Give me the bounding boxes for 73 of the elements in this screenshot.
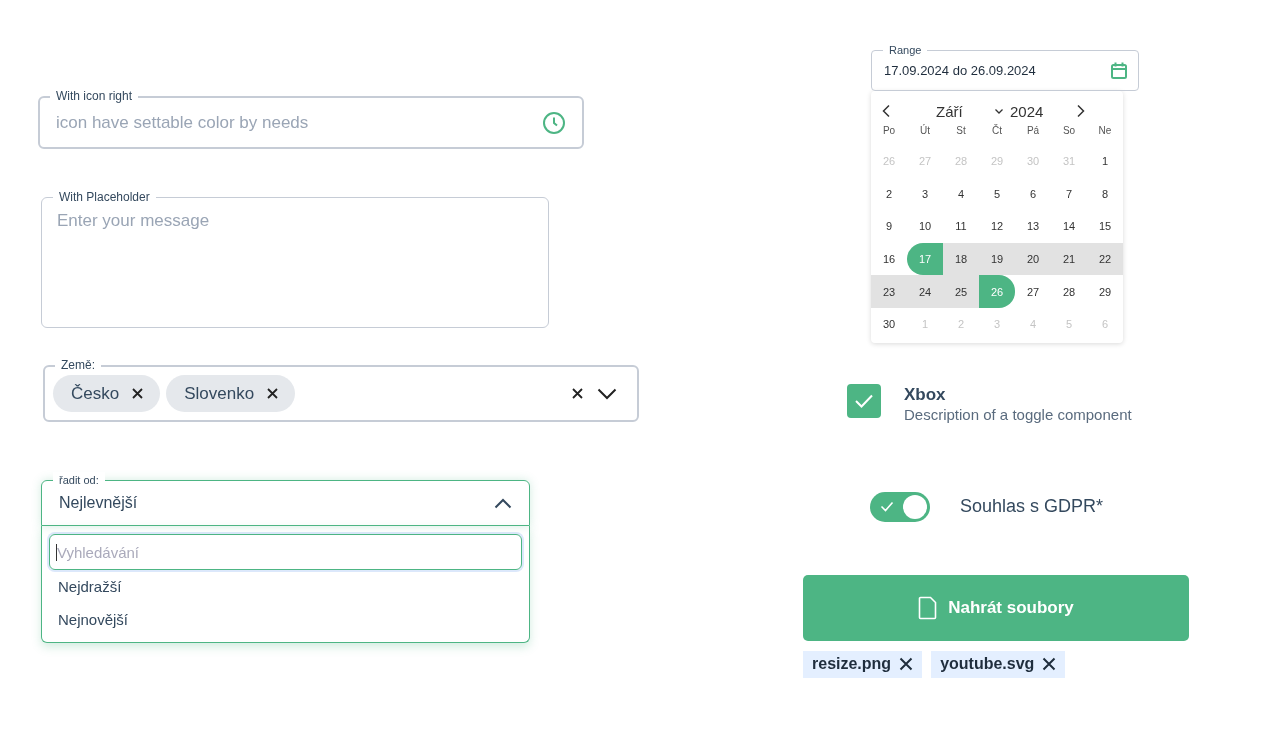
weekday-label: St [955,124,967,138]
calendar-day[interactable]: 28 [1051,275,1087,308]
calendar-day[interactable]: 12 [979,210,1015,243]
check-icon [880,500,894,512]
check-icon [854,392,874,409]
calendar-icon[interactable] [1111,62,1127,79]
file-icon [918,595,939,620]
weekday-label: Ne [1097,124,1113,138]
time-field[interactable]: With icon right icon have settable color by needs [38,88,584,149]
weekday-label: Út [919,123,931,138]
calendar-day[interactable]: 10 [907,210,943,243]
dropdown-option[interactable]: Nejdražší [49,570,522,603]
next-month-icon[interactable] [1076,104,1086,118]
calendar-day[interactable]: 5 [979,177,1015,211]
calendar-day[interactable]: 9 [871,210,907,243]
remove-icon[interactable] [267,388,279,399]
calendar-day[interactable]: 23 [871,275,907,308]
remove-icon[interactable] [899,657,914,672]
calendar-day[interactable]: 8 [1087,177,1123,211]
year-label[interactable]: 2024 [1010,102,1066,120]
calendar-day[interactable]: 4 [943,177,979,211]
calendar-day[interactable]: 14 [1051,210,1087,243]
calendar-day[interactable]: 29 [1087,275,1123,308]
chevron-up-icon[interactable] [494,497,512,509]
file-chip[interactable]: youtube.svg [931,650,1066,678]
caret-down-icon[interactable] [994,107,1004,115]
message-field[interactable]: With Placeholder Enter your message [41,189,549,328]
calendar-day[interactable]: 19 [979,242,1015,276]
field-label: With icon right [50,88,139,104]
calendar-day[interactable]: 11 [943,210,979,243]
toggle-label: Souhlas s GDPR* [960,496,1104,518]
calendar-day[interactable]: 20 [1015,242,1051,276]
sort-select[interactable]: řadit od: Nejlevnější [41,472,530,526]
calendar-day[interactable]: 27 [1015,275,1051,308]
country-tag[interactable]: Slovenko [166,375,296,412]
calendar-day[interactable]: 22 [1087,242,1123,276]
weekday-label: Pá [1025,124,1041,138]
calendar-day[interactable]: 6 [1015,177,1051,211]
calendar-day[interactable]: 2 [871,177,907,211]
file-chip[interactable]: resize.png [803,650,923,678]
weekday-label: Čt [991,123,1003,138]
calendar-day[interactable]: 18 [943,242,979,276]
chevron-down-icon[interactable] [597,387,617,400]
calendar-day[interactable]: 16 [871,242,907,276]
calendar-day[interactable]: 15 [1087,210,1123,243]
checkbox[interactable] [847,383,881,418]
weekday-label: Po [881,124,897,138]
dropdown-option[interactable]: Nejnovější [49,603,522,636]
date-range-field[interactable]: Range 17.09.2024 do 26.09.2024 [871,42,1139,91]
range-value: 17.09.2024 do 26.09.2024 [884,63,1036,78]
clock-icon[interactable] [542,110,566,135]
calendar-day[interactable]: 24 [907,275,943,308]
clear-icon[interactable] [572,388,583,399]
calendar-day[interactable]: 30 [871,307,907,341]
previous-month-icon[interactable] [881,104,891,118]
remove-icon[interactable] [1042,657,1057,672]
calendar-day[interactable]: 13 [1015,210,1051,243]
placeholder-text: Enter your message [57,211,210,231]
selected-value: Nejlevnější [59,494,138,512]
toggle-switch[interactable] [870,491,930,522]
month-label[interactable]: Září [936,102,994,120]
calendar-day[interactable]: 7 [1051,177,1087,211]
calendar-day[interactable]: 3 [907,177,943,211]
weekday-label: So [1061,124,1077,138]
country-select[interactable]: Země: Česko Slovenko [43,357,639,422]
country-tag[interactable]: Česko [53,375,161,412]
checkbox-description: Description of a toggle component [904,405,1132,423]
calendar-day[interactable]: 25 [943,275,979,308]
remove-icon[interactable] [132,388,144,399]
calendar-day[interactable]: 1 [1087,145,1123,178]
placeholder-text: icon have settable color by needs [56,112,309,133]
calendar-day[interactable]: 21 [1051,242,1087,276]
checkbox-title: Xbox [904,383,947,406]
